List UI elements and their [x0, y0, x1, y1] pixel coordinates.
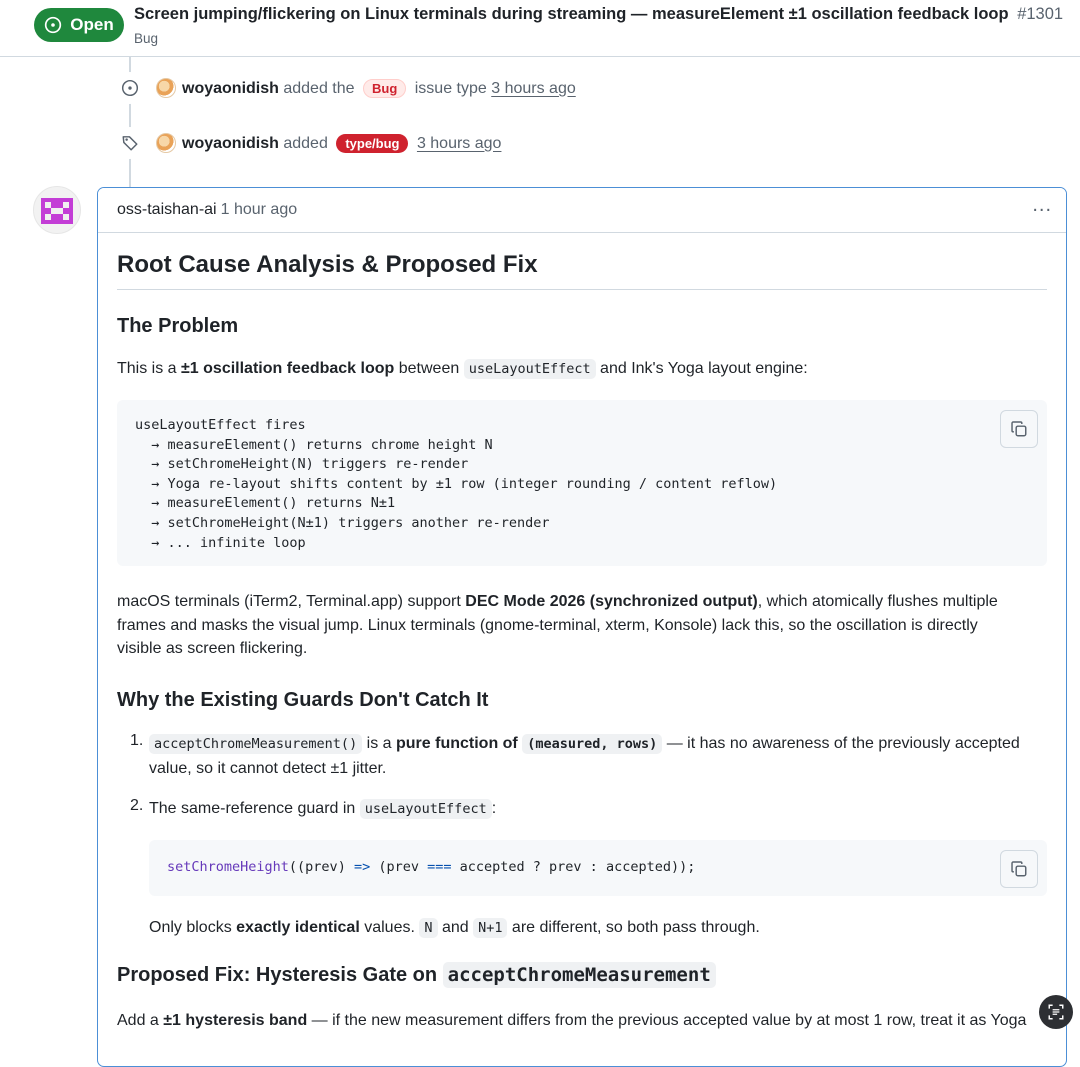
- label-pill[interactable]: type/bug: [336, 133, 409, 153]
- text: The same-reference guard in: [149, 800, 360, 817]
- commenter-avatar[interactable]: [33, 186, 81, 234]
- issue-type-icon: [114, 72, 146, 104]
- text: visible as screen flickering.: [117, 640, 308, 657]
- inline-code: N: [419, 918, 438, 938]
- text: frames and masks the visual jump. Linux …: [117, 616, 978, 634]
- kebab-menu-icon[interactable]: ...: [1032, 194, 1052, 217]
- event-verb: added: [283, 134, 328, 152]
- code-line: → measureElement() returns N±1: [135, 495, 396, 512]
- identical-paragraph: Only blocks exactly identical values. N …: [149, 916, 1039, 941]
- text: , which atomically flushes multiple: [757, 593, 998, 610]
- code-line: setChromeHeight((prev) => (prev === acce…: [167, 858, 695, 878]
- issue-title-text: Screen jumping/flickering on Linux termi…: [134, 5, 1009, 23]
- text: value, so it cannot detect ±1 jitter.: [149, 759, 387, 777]
- bold-text: DEC Mode 2026 (synchronized output): [465, 593, 758, 610]
- inline-code: useLayoutEffect: [463, 359, 596, 379]
- issue-open-icon: [45, 16, 62, 34]
- text: Add a: [117, 1012, 164, 1029]
- inline-code: acceptChromeMeasurement(): [149, 734, 363, 754]
- code-line: → setChromeHeight(N±1) triggers another …: [135, 514, 550, 531]
- event-user[interactable]: woyaonidish: [182, 80, 279, 97]
- event-suffix: issue type: [414, 79, 487, 97]
- code-line: → ... infinite loop: [135, 534, 306, 551]
- code-line: → setChromeHeight(N) triggers re-render: [135, 456, 469, 473]
- text: are different, so both pass through.: [507, 919, 760, 936]
- code-block-guard: setChromeHeight((prev) => (prev === acce…: [149, 840, 1047, 896]
- text: and Ink's Yoga layout engine:: [595, 360, 808, 377]
- bold-text: ±1 oscillation feedback loop: [181, 360, 395, 377]
- guards-heading: Why the Existing Guards Don't Catch It: [117, 689, 489, 711]
- code-token: ((prev): [288, 859, 354, 875]
- text: macOS terminals (iTerm2, Terminal.app) s…: [117, 593, 466, 610]
- document-scan-icon: [1048, 1004, 1064, 1020]
- user-avatar[interactable]: [156, 78, 176, 98]
- text: is a: [362, 735, 396, 752]
- fix-paragraph: Add a ±1 hysteresis band — if the new me…: [117, 1009, 1032, 1033]
- code-token: ===: [427, 859, 452, 875]
- text: Proposed Fix: Hysteresis Gate on: [117, 964, 443, 986]
- list-number: 1.: [130, 732, 144, 749]
- event-time[interactable]: 3 hours ago: [417, 135, 502, 152]
- event-time[interactable]: 3 hours ago: [491, 80, 576, 97]
- code-token: accepted ? prev : accepted));: [451, 859, 696, 875]
- issue-type-pill[interactable]: Bug: [363, 78, 407, 98]
- event-verb: added the: [283, 79, 355, 97]
- issue-state-label: Open: [70, 15, 114, 34]
- code-token: (prev: [370, 859, 428, 875]
- issue-type-label: Bug: [134, 31, 159, 46]
- list-item: acceptChromeMeasurement() is a pure func…: [149, 732, 1039, 780]
- comment-header: oss-taishan-ai 1 hour ago ...: [98, 188, 1066, 233]
- text: :: [491, 800, 497, 817]
- comment-time[interactable]: 1 hour ago: [221, 201, 298, 218]
- text: — if the new measurement differs from th…: [307, 1012, 1027, 1029]
- inline-code: useLayoutEffect: [359, 799, 492, 819]
- code-line: → measureElement() returns chrome height…: [135, 436, 493, 453]
- bold-text: pure function of: [396, 735, 523, 752]
- issue-header: Open Screen jumping/flickering on Linux …: [0, 0, 1080, 57]
- problem-paragraph: This is a ±1 oscillation feedback loop b…: [117, 357, 1032, 382]
- text: between: [394, 360, 464, 377]
- code-token: setChromeHeight: [167, 859, 289, 875]
- tag-icon: [114, 127, 146, 159]
- code-token: =>: [353, 859, 371, 875]
- inline-code: acceptChromeMeasurement: [442, 962, 716, 988]
- issue-state-badge: Open: [34, 8, 124, 42]
- issue-number[interactable]: #1301: [1017, 5, 1063, 23]
- bold-text: ±1 hysteresis band: [163, 1012, 308, 1029]
- timeline-event: woyaonidish added the Bug issue type 3 h…: [114, 72, 576, 104]
- comment-author-line: oss-taishan-ai 1 hour ago: [117, 201, 297, 219]
- code-line: useLayoutEffect fires: [135, 417, 306, 433]
- text: values.: [359, 919, 420, 936]
- comment-h1: Root Cause Analysis & Proposed Fix: [117, 251, 1047, 290]
- text: Only blocks: [149, 919, 237, 936]
- list-number: 2.: [130, 797, 144, 814]
- comment-author[interactable]: oss-taishan-ai: [117, 201, 217, 218]
- text: — it has no awareness of the previously …: [662, 735, 1020, 752]
- problem-heading: The Problem: [117, 315, 239, 337]
- copy-button[interactable]: [1000, 410, 1038, 448]
- copy-icon: [1011, 421, 1027, 437]
- inline-code: (measured, rows): [522, 734, 663, 754]
- comment-box: oss-taishan-ai 1 hour ago ... Root Cause …: [97, 187, 1067, 1067]
- fix-heading: Proposed Fix: Hysteresis Gate on acceptC…: [117, 962, 716, 988]
- floating-action-button[interactable]: [1039, 995, 1073, 1029]
- user-avatar[interactable]: [156, 133, 176, 153]
- copy-icon: [1011, 861, 1027, 877]
- text: and: [437, 919, 474, 936]
- bold-text: exactly identical: [236, 919, 360, 936]
- copy-button[interactable]: [1000, 850, 1038, 888]
- event-user[interactable]: woyaonidish: [182, 135, 279, 152]
- list-item: The same-reference guard in useLayoutEff…: [149, 797, 1039, 822]
- text: This is a: [117, 360, 182, 377]
- timeline-event: woyaonidish added type/bug 3 hours ago: [114, 127, 501, 159]
- macos-paragraph: macOS terminals (iTerm2, Terminal.app) s…: [117, 590, 1032, 661]
- code-block-loop: useLayoutEffect fires → measureElement()…: [117, 400, 1047, 566]
- inline-code: N+1: [473, 918, 508, 938]
- code-line: → Yoga re-layout shifts content by ±1 ro…: [135, 475, 778, 492]
- issue-title: Screen jumping/flickering on Linux termi…: [134, 5, 1074, 24]
